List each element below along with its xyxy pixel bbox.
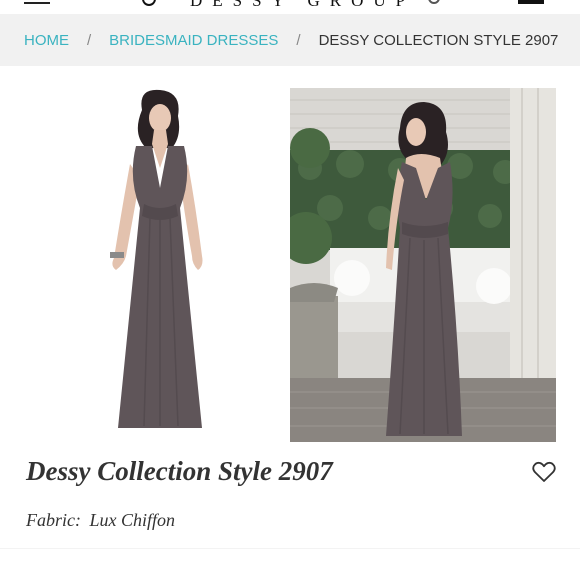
fabric-value: Lux Chiffon xyxy=(89,510,175,530)
bag-icon[interactable] xyxy=(518,0,544,4)
cropped-text-line xyxy=(26,538,156,543)
hamburger-icon[interactable] xyxy=(24,0,50,6)
product-gallery xyxy=(0,66,580,456)
dress-back-illustration xyxy=(290,88,556,442)
product-fabric: Fabric: Lux Chiffon xyxy=(26,510,175,531)
dress-front-illustration xyxy=(110,89,203,428)
account-icon[interactable] xyxy=(428,0,440,4)
product-image-back[interactable] xyxy=(290,88,556,442)
site-header: DESSY GROUP xyxy=(0,0,580,14)
heart-icon[interactable] xyxy=(532,461,556,483)
breadcrumb: HOME / BRIDESMAID DRESSES / DESSY COLLEC… xyxy=(0,14,580,66)
breadcrumb-bridesmaid-dresses-link[interactable]: BRIDESMAID DRESSES xyxy=(109,32,278,49)
product-image-front[interactable] xyxy=(80,88,230,443)
breadcrumb-separator: / xyxy=(87,31,92,49)
product-title: Dessy Collection Style 2907 xyxy=(26,456,333,486)
site-logo[interactable]: DESSY GROUP xyxy=(190,0,415,11)
page-bottom-area xyxy=(0,548,580,580)
fabric-label: Fabric: xyxy=(26,510,81,530)
breadcrumb-current-page: DESSY COLLECTION STYLE 2907 xyxy=(318,31,559,49)
breadcrumb-separator: / xyxy=(296,31,301,49)
search-icon[interactable] xyxy=(142,0,156,6)
breadcrumb-home-link[interactable]: HOME xyxy=(24,32,69,49)
